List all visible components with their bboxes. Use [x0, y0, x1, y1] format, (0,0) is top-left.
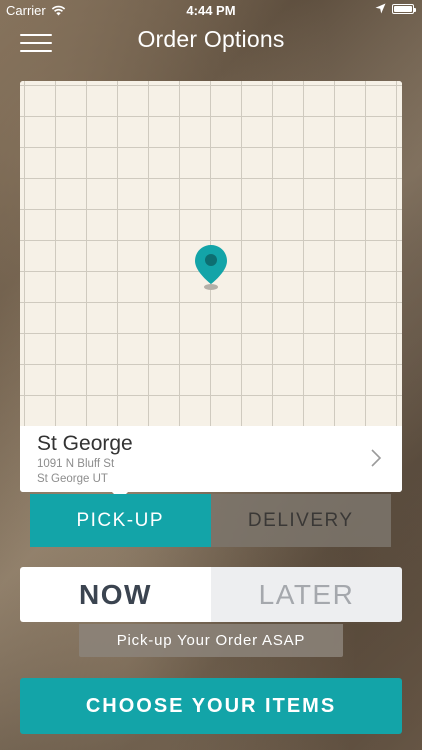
location-address-line1: 1091 N Bluff St — [37, 458, 115, 470]
delivery-option[interactable]: DELIVERY — [210, 494, 391, 547]
order-timing-toggle: NOW LATER — [20, 567, 402, 622]
later-option[interactable]: LATER — [211, 567, 402, 622]
location-name: St George — [37, 432, 133, 455]
now-option[interactable]: NOW — [20, 567, 211, 622]
nav-bar: Order Options — [0, 22, 422, 62]
map-pin-icon — [195, 245, 227, 290]
status-time: 4:44 PM — [186, 3, 236, 18]
page-title: Order Options — [137, 26, 285, 52]
location-arrow-icon — [375, 3, 386, 14]
status-right — [375, 3, 416, 14]
order-type-toggle: PICK-UP DELIVERY — [30, 494, 391, 547]
map[interactable] — [20, 81, 402, 426]
location-card: St George 1091 N Bluff St St George UT — [20, 81, 402, 500]
timing-hint: Pick-up Your Order ASAP — [79, 624, 343, 657]
status-bar: Carrier 4:44 PM — [0, 0, 422, 22]
chevron-right-icon — [371, 449, 382, 467]
choose-items-button[interactable]: CHOOSE YOUR ITEMS — [20, 678, 402, 734]
location-row[interactable]: St George 1091 N Bluff St St George UT — [20, 426, 402, 492]
pickup-option[interactable]: PICK-UP — [30, 494, 211, 547]
location-address-line2: St George UT — [37, 473, 108, 485]
battery-icon — [392, 3, 416, 14]
